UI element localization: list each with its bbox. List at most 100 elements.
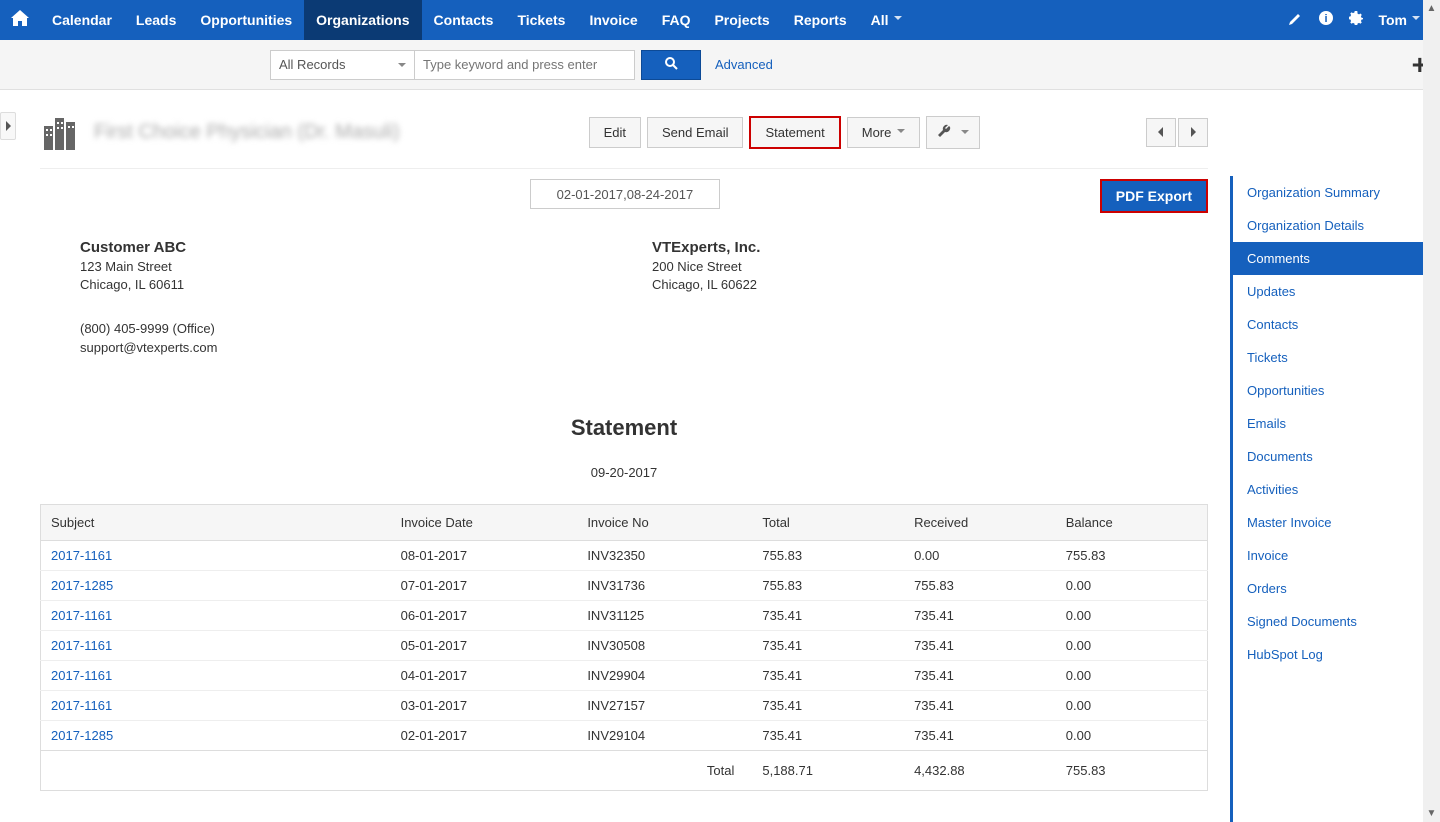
sidebar-item-organization-details[interactable]: Organization Details — [1233, 209, 1440, 242]
left-panel-toggle[interactable] — [0, 112, 16, 140]
record-pager — [1146, 118, 1208, 147]
sidebar-item-signed-documents[interactable]: Signed Documents — [1233, 605, 1440, 638]
cell-received: 0.00 — [904, 540, 1056, 570]
statement-table: SubjectInvoice DateInvoice NoTotalReceiv… — [40, 504, 1208, 791]
nav-item-invoice[interactable]: Invoice — [577, 0, 649, 40]
cell-no: INV29104 — [577, 720, 752, 750]
invoice-subject-link[interactable]: 2017-1161 — [51, 668, 112, 683]
grand-balance: 755.83 — [1056, 750, 1208, 790]
sidebar-item-activities[interactable]: Activities — [1233, 473, 1440, 506]
more-button[interactable]: More — [847, 117, 921, 148]
sidebar-item-emails[interactable]: Emails — [1233, 407, 1440, 440]
next-record-button[interactable] — [1178, 118, 1208, 147]
invoice-subject-link[interactable]: 2017-1285 — [51, 578, 113, 593]
cell-date: 02-01-2017 — [391, 720, 578, 750]
sidebar-item-comments[interactable]: Comments — [1233, 242, 1440, 275]
cell-received: 735.41 — [904, 630, 1056, 660]
statement-button[interactable]: Statement — [749, 116, 840, 149]
scroll-down-icon[interactable]: ▼ — [1423, 805, 1440, 822]
user-menu[interactable]: Tom — [1378, 12, 1420, 28]
cell-received: 735.41 — [904, 690, 1056, 720]
date-range-input[interactable]: 02-01-2017,08-24-2017 — [530, 179, 720, 209]
sidebar-item-updates[interactable]: Updates — [1233, 275, 1440, 308]
nav-item-projects[interactable]: Projects — [702, 0, 781, 40]
nav-item-faq[interactable]: FAQ — [650, 0, 703, 40]
addresses: Customer ABC 123 Main Street Chicago, IL… — [40, 237, 1208, 294]
cell-no: INV30508 — [577, 630, 752, 660]
scrollbar[interactable]: ▲ ▼ — [1423, 0, 1440, 822]
sidebar-item-hubspot-log[interactable]: HubSpot Log — [1233, 638, 1440, 671]
scroll-up-icon[interactable]: ▲ — [1423, 0, 1440, 17]
nav-item-tickets[interactable]: Tickets — [505, 0, 577, 40]
customer-name: Customer ABC — [80, 237, 624, 258]
cell-balance: 0.00 — [1056, 660, 1208, 690]
customer-street: 123 Main Street — [80, 258, 624, 276]
pdf-export-button[interactable]: PDF Export — [1100, 179, 1208, 213]
col-invoice-no: Invoice No — [577, 504, 752, 540]
prev-record-button[interactable] — [1146, 118, 1176, 147]
company-city: Chicago, IL 60622 — [652, 276, 760, 294]
total-label: Total — [41, 750, 753, 790]
edit-pencil-icon[interactable] — [1288, 10, 1304, 31]
sidebar-item-organization-summary[interactable]: Organization Summary — [1233, 176, 1440, 209]
grand-total: 5,188.71 — [752, 750, 904, 790]
cell-balance: 0.00 — [1056, 690, 1208, 720]
cell-date: 08-01-2017 — [391, 540, 578, 570]
send-email-button[interactable]: Send Email — [647, 117, 743, 148]
customer-email: support@vtexperts.com — [80, 339, 1208, 357]
cell-total: 735.41 — [752, 720, 904, 750]
tools-button[interactable] — [926, 116, 980, 149]
organization-icon — [40, 112, 80, 152]
search-button[interactable] — [641, 50, 701, 80]
invoice-subject-link[interactable]: 2017-1161 — [51, 548, 112, 563]
contact-info: (800) 405-9999 (Office) support@vtexpert… — [40, 320, 1208, 356]
company-name: VTExperts, Inc. — [652, 237, 760, 258]
sidebar-item-master-invoice[interactable]: Master Invoice — [1233, 506, 1440, 539]
search-input[interactable] — [415, 50, 635, 80]
table-row: 2017-116108-01-2017INV32350755.830.00755… — [41, 540, 1208, 570]
nav-item-reports[interactable]: Reports — [782, 0, 859, 40]
grand-received: 4,432.88 — [904, 750, 1056, 790]
cell-balance: 0.00 — [1056, 630, 1208, 660]
info-icon[interactable]: i — [1318, 10, 1334, 31]
search-scope-dropdown[interactable]: All Records — [270, 50, 415, 80]
gear-icon[interactable] — [1348, 10, 1364, 31]
home-icon[interactable] — [0, 10, 40, 31]
table-row: 2017-116105-01-2017INV30508735.41735.410… — [41, 630, 1208, 660]
nav-item-calendar[interactable]: Calendar — [40, 0, 124, 40]
table-row: 2017-128502-01-2017INV29104735.41735.410… — [41, 720, 1208, 750]
top-nav: CalendarLeadsOpportunitiesOrganizationsC… — [0, 0, 1440, 40]
cell-no: INV31736 — [577, 570, 752, 600]
sidebar-item-orders[interactable]: Orders — [1233, 572, 1440, 605]
col-received: Received — [904, 504, 1056, 540]
col-subject: Subject — [41, 504, 391, 540]
edit-button[interactable]: Edit — [589, 117, 641, 148]
cell-total: 735.41 — [752, 660, 904, 690]
sidebar-item-documents[interactable]: Documents — [1233, 440, 1440, 473]
invoice-subject-link[interactable]: 2017-1285 — [51, 728, 113, 743]
sidebar-item-opportunities[interactable]: Opportunities — [1233, 374, 1440, 407]
header-actions: Edit Send Email Statement More — [589, 116, 1208, 149]
nav-item-all[interactable]: All — [859, 0, 914, 40]
search-bar: All Records Advanced + — [0, 40, 1440, 90]
advanced-search-link[interactable]: Advanced — [715, 57, 773, 72]
col-total: Total — [752, 504, 904, 540]
table-row: 2017-116104-01-2017INV29904735.41735.410… — [41, 660, 1208, 690]
cell-total: 735.41 — [752, 690, 904, 720]
nav-item-leads[interactable]: Leads — [124, 0, 188, 40]
cell-received: 735.41 — [904, 600, 1056, 630]
col-invoice-date: Invoice Date — [391, 504, 578, 540]
invoice-subject-link[interactable]: 2017-1161 — [51, 608, 112, 623]
nav-item-organizations[interactable]: Organizations — [304, 0, 421, 40]
sidebar-item-contacts[interactable]: Contacts — [1233, 308, 1440, 341]
content: First Choice Physician (Dr. Masuli) Edit… — [0, 90, 1440, 822]
cell-total: 735.41 — [752, 630, 904, 660]
sidebar-item-tickets[interactable]: Tickets — [1233, 341, 1440, 374]
nav-item-opportunities[interactable]: Opportunities — [188, 0, 304, 40]
nav-item-contacts[interactable]: Contacts — [422, 0, 506, 40]
invoice-subject-link[interactable]: 2017-1161 — [51, 698, 112, 713]
cell-balance: 0.00 — [1056, 570, 1208, 600]
sidebar-item-invoice[interactable]: Invoice — [1233, 539, 1440, 572]
company-street: 200 Nice Street — [652, 258, 760, 276]
invoice-subject-link[interactable]: 2017-1161 — [51, 638, 112, 653]
